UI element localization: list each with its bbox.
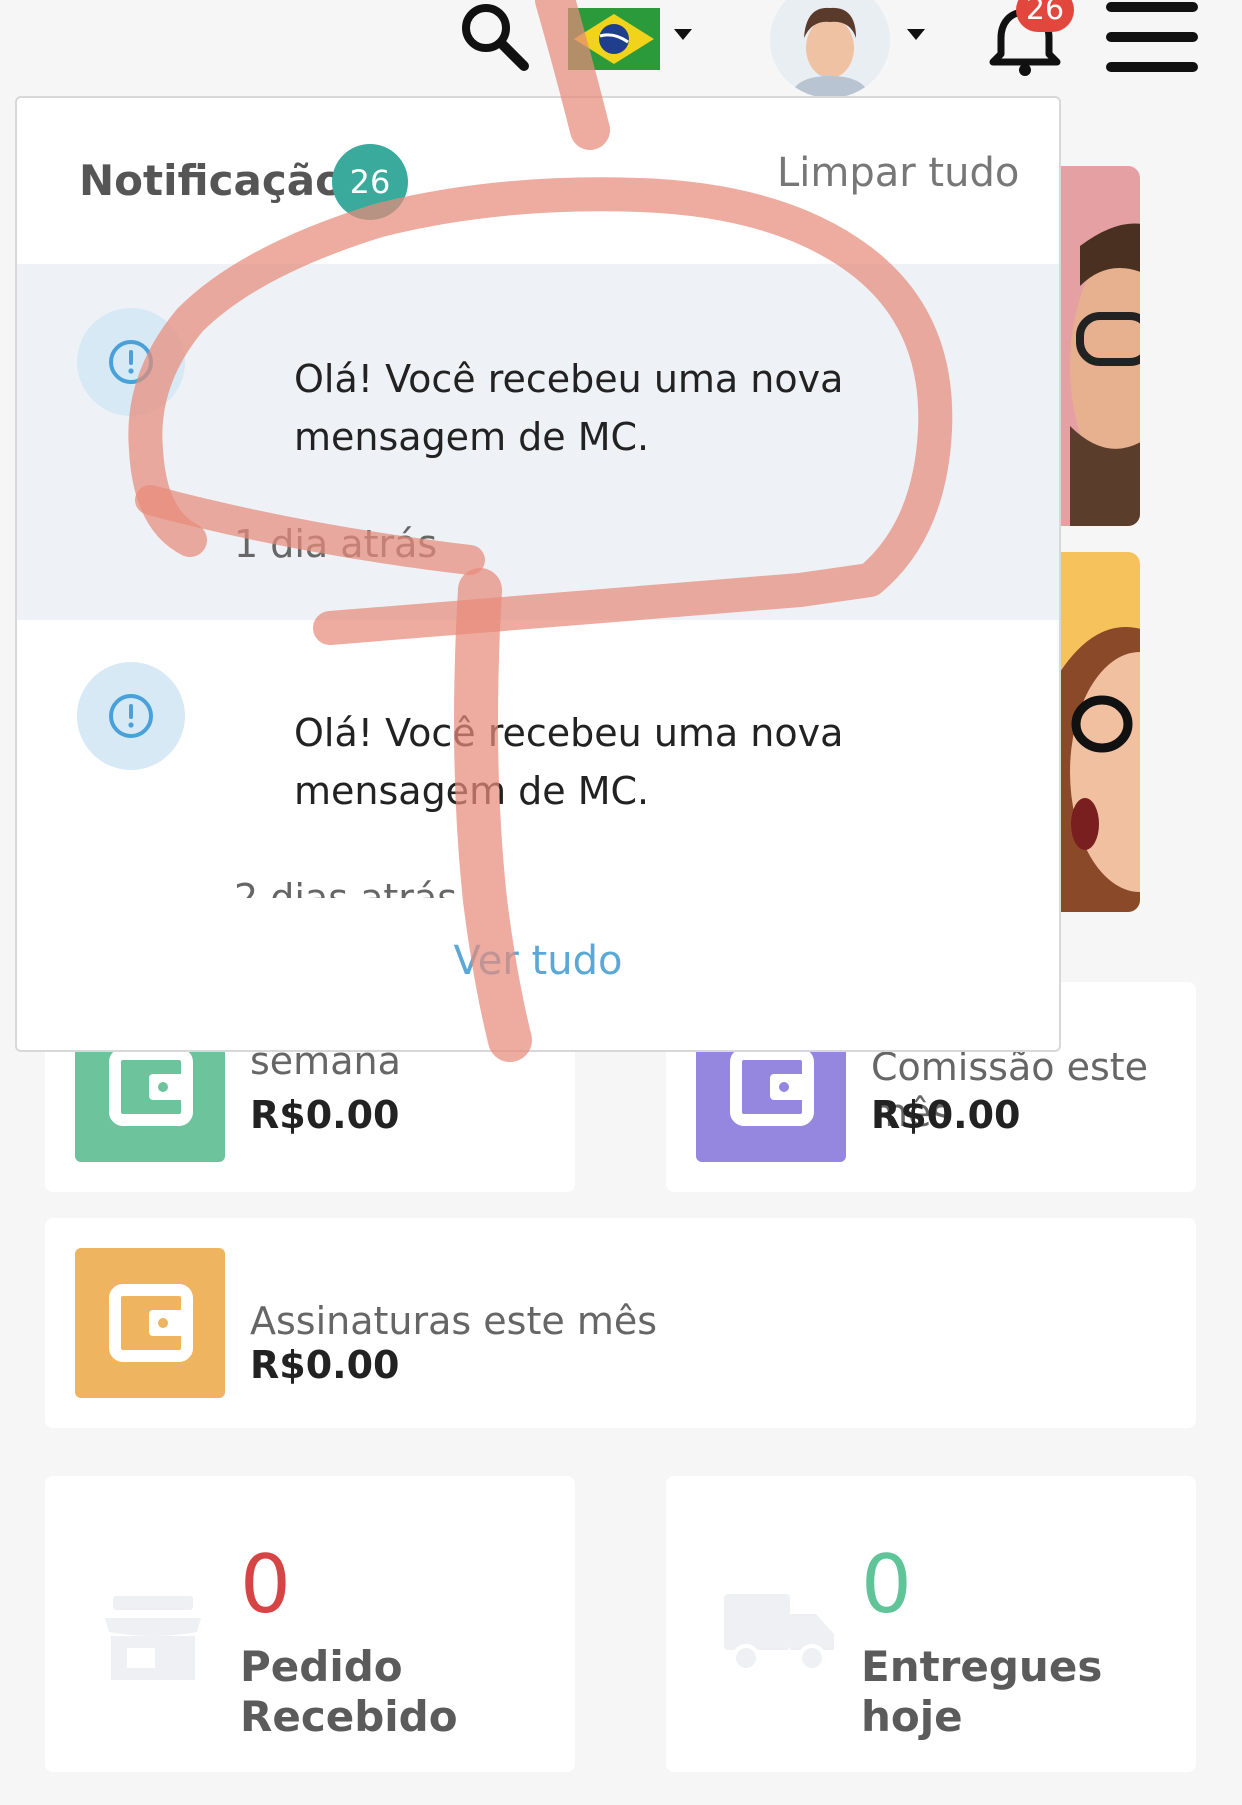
hamburger-menu-icon[interactable] <box>1106 2 1198 72</box>
search-icon[interactable] <box>458 0 532 74</box>
notification-message: Olá! Você recebeu uma nova mensagem de M… <box>294 357 844 459</box>
delivered-today-card[interactable]: 0 Entregues hoje <box>666 1476 1196 1772</box>
notification-count-badge: 26 <box>332 144 408 220</box>
chevron-down-icon[interactable] <box>674 29 692 40</box>
info-icon <box>77 662 185 770</box>
delivered-today-label: Entregues hoje <box>861 1642 1103 1741</box>
notification-item[interactable]: Olá! Você recebeu uma nova mensagem de M… <box>17 264 1059 620</box>
delivered-today-count: 0 <box>861 1538 912 1631</box>
language-selector[interactable] <box>568 8 660 70</box>
orders-received-card[interactable]: 0 Pedido Recebido <box>45 1476 575 1772</box>
stat-value: R$0.00 <box>250 1343 400 1387</box>
orders-received-count: 0 <box>240 1538 291 1631</box>
wallet-icon <box>75 1248 225 1398</box>
stat-value: R$0.00 <box>250 1093 400 1137</box>
stat-value: R$0.00 <box>871 1093 1021 1137</box>
view-all-link[interactable]: Ver tudo <box>17 938 1059 984</box>
user-photo <box>770 0 890 98</box>
notification-count-badge: 26 <box>1016 0 1074 32</box>
stat-label: Assinaturas este mês <box>250 1299 658 1343</box>
notification-header: Notificação 26 Limpar tudo <box>17 98 1059 264</box>
top-navigation-bar: 26 <box>0 0 1242 100</box>
brazil-flag-icon <box>568 8 660 70</box>
avatar[interactable] <box>770 0 890 98</box>
orders-received-label: Pedido Recebido <box>240 1642 458 1741</box>
info-icon <box>77 308 185 416</box>
clear-all-button[interactable]: Limpar tudo <box>777 150 1019 196</box>
chevron-down-icon[interactable] <box>907 29 925 40</box>
notification-message: Olá! Você recebeu uma nova mensagem de M… <box>294 711 844 813</box>
stat-card-subscriptions[interactable]: Assinaturas este mês R$0.00 <box>45 1218 1196 1428</box>
truck-icon <box>724 1594 834 1672</box>
notification-dropdown: Notificação 26 Limpar tudo Olá! Você rec… <box>15 96 1061 1052</box>
notification-time: 1 dia atrás <box>234 522 438 566</box>
store-icon <box>105 1596 201 1680</box>
notification-title: Notificação <box>79 156 344 205</box>
